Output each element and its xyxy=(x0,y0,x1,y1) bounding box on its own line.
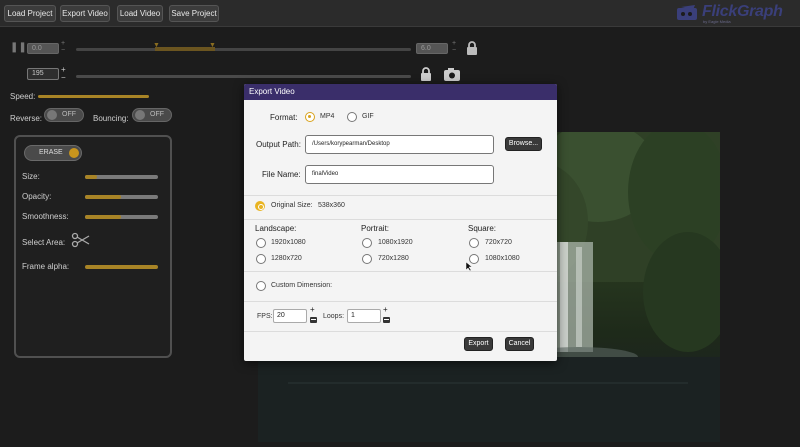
top-toolbar: Load Project Export Video Load Video Sav… xyxy=(0,0,800,27)
bouncing-label: Bouncing: xyxy=(93,114,129,123)
browse-button[interactable]: Browse... xyxy=(505,137,542,151)
camera-icon[interactable] xyxy=(443,67,461,82)
divider xyxy=(244,301,557,302)
opacity-fill xyxy=(85,195,121,199)
format-label: Format: xyxy=(270,113,298,122)
format-gif-radio[interactable] xyxy=(347,112,357,122)
lock-icon[interactable] xyxy=(465,40,479,56)
landscape-1280x720-radio[interactable] xyxy=(256,254,266,264)
save-project-button[interactable]: Save Project xyxy=(169,5,219,22)
speed-slider[interactable] xyxy=(38,95,149,98)
opacity-label: Opacity: xyxy=(22,192,52,201)
fps-decrement-button[interactable] xyxy=(310,317,317,323)
portrait-1080x1920-label: 1080x1920 xyxy=(378,239,413,246)
square-label: Square: xyxy=(468,224,497,233)
fps-increment-button[interactable]: + xyxy=(310,306,315,314)
divider xyxy=(244,331,557,332)
lock-icon[interactable] xyxy=(419,66,433,82)
start-stepper[interactable]: + − xyxy=(61,40,65,54)
format-mp4-radio[interactable] xyxy=(305,112,315,122)
landscape-1920x1080-label: 1920x1080 xyxy=(271,239,306,246)
end-time-field[interactable]: 6.0 xyxy=(416,43,448,54)
format-gif-label: GIF xyxy=(362,113,374,120)
opacity-slider[interactable] xyxy=(85,195,158,199)
landscape-label: Landscape: xyxy=(255,224,297,233)
trim-start-handle[interactable]: ▼ xyxy=(153,42,160,49)
smoothness-label: Smoothness: xyxy=(22,212,69,221)
export-video-button[interactable]: Export Video xyxy=(60,5,110,22)
divider xyxy=(244,219,557,220)
fps-input[interactable]: 20 xyxy=(273,309,307,323)
frame-alpha-label: Frame alpha: xyxy=(22,262,70,271)
loops-increment-button[interactable]: + xyxy=(383,306,388,314)
frame-alpha-slider[interactable] xyxy=(85,265,158,269)
fps-label: FPS: xyxy=(257,313,273,320)
erase-knob xyxy=(69,148,79,158)
dialog-title: Export Video xyxy=(244,84,557,100)
load-video-button[interactable]: Load Video xyxy=(117,5,163,22)
original-size-label: Original Size: xyxy=(271,202,313,209)
custom-dimension-radio[interactable] xyxy=(256,281,266,291)
bouncing-toggle-knob xyxy=(135,110,145,120)
portrait-label: Portrait: xyxy=(361,224,390,233)
original-size-radio[interactable] xyxy=(255,201,265,211)
erase-panel: ERASE Size: Opacity: Smoothness: Select … xyxy=(14,135,172,358)
end-stepper[interactable]: + − xyxy=(452,40,456,54)
divider xyxy=(244,271,557,272)
pause-icon[interactable]: ❚❚ xyxy=(10,42,27,53)
loops-decrement-button[interactable] xyxy=(383,317,390,323)
trim-end-handle[interactable]: ▼ xyxy=(209,42,216,49)
size-slider[interactable] xyxy=(85,175,158,179)
export-button[interactable]: Export xyxy=(464,337,493,351)
loops-input[interactable]: 1 xyxy=(347,309,381,323)
size-label: Size: xyxy=(22,172,40,181)
landscape-1920x1080-radio[interactable] xyxy=(256,238,266,248)
bouncing-toggle[interactable]: OFF xyxy=(132,108,172,122)
trim-range xyxy=(155,47,215,51)
square-1080x1080-label: 1080x1080 xyxy=(485,255,520,262)
output-path-input[interactable]: /Users/korypearman/Desktop xyxy=(305,135,494,154)
frame-field[interactable]: 195 xyxy=(27,68,59,80)
scissors-icon[interactable] xyxy=(71,232,91,248)
frame-track[interactable] xyxy=(76,75,411,78)
brand-sub: by Eagle Media xyxy=(703,19,731,24)
format-mp4-label: MP4 xyxy=(320,113,335,120)
original-size-value: 538x360 xyxy=(318,202,345,209)
portrait-720x1280-label: 720x1280 xyxy=(378,255,409,262)
reverse-toggle[interactable]: OFF xyxy=(44,108,84,122)
load-project-button[interactable]: Load Project xyxy=(4,5,56,22)
reverse-label: Reverse: xyxy=(10,114,43,123)
square-720x720-radio[interactable] xyxy=(469,238,479,248)
size-fill xyxy=(85,175,97,179)
cancel-button[interactable]: Cancel xyxy=(505,337,534,351)
reverse-toggle-state: OFF xyxy=(62,111,76,118)
landscape-1280x720-label: 1280x720 xyxy=(271,255,302,262)
file-name-label: File Name: xyxy=(262,170,301,179)
custom-dimension-label: Custom Dimension: xyxy=(271,282,333,289)
export-video-dialog: Export Video Format: MP4 GIF Output Path… xyxy=(244,84,557,361)
frame-stepper[interactable]: + − xyxy=(61,66,66,82)
portrait-720x1280-radio[interactable] xyxy=(362,254,372,264)
bouncing-toggle-state: OFF xyxy=(150,111,164,118)
trim-track[interactable] xyxy=(76,48,411,51)
start-time-field[interactable]: 0.0 xyxy=(27,43,59,54)
erase-label: ERASE xyxy=(39,149,63,156)
brand-logo-icon xyxy=(677,5,697,20)
square-720x720-label: 720x720 xyxy=(485,239,512,246)
output-path-label: Output Path: xyxy=(256,140,301,149)
smoothness-slider[interactable] xyxy=(85,215,158,219)
loops-label: Loops: xyxy=(323,313,345,320)
smoothness-fill xyxy=(85,215,121,219)
select-area-label: Select Area: xyxy=(22,238,66,247)
erase-toggle[interactable]: ERASE xyxy=(24,145,82,161)
speed-label: Speed: xyxy=(10,92,36,101)
reverse-toggle-knob xyxy=(47,110,57,120)
divider xyxy=(244,195,557,196)
file-name-input[interactable]: finalVideo xyxy=(305,165,494,184)
portrait-1080x1920-radio[interactable] xyxy=(362,238,372,248)
